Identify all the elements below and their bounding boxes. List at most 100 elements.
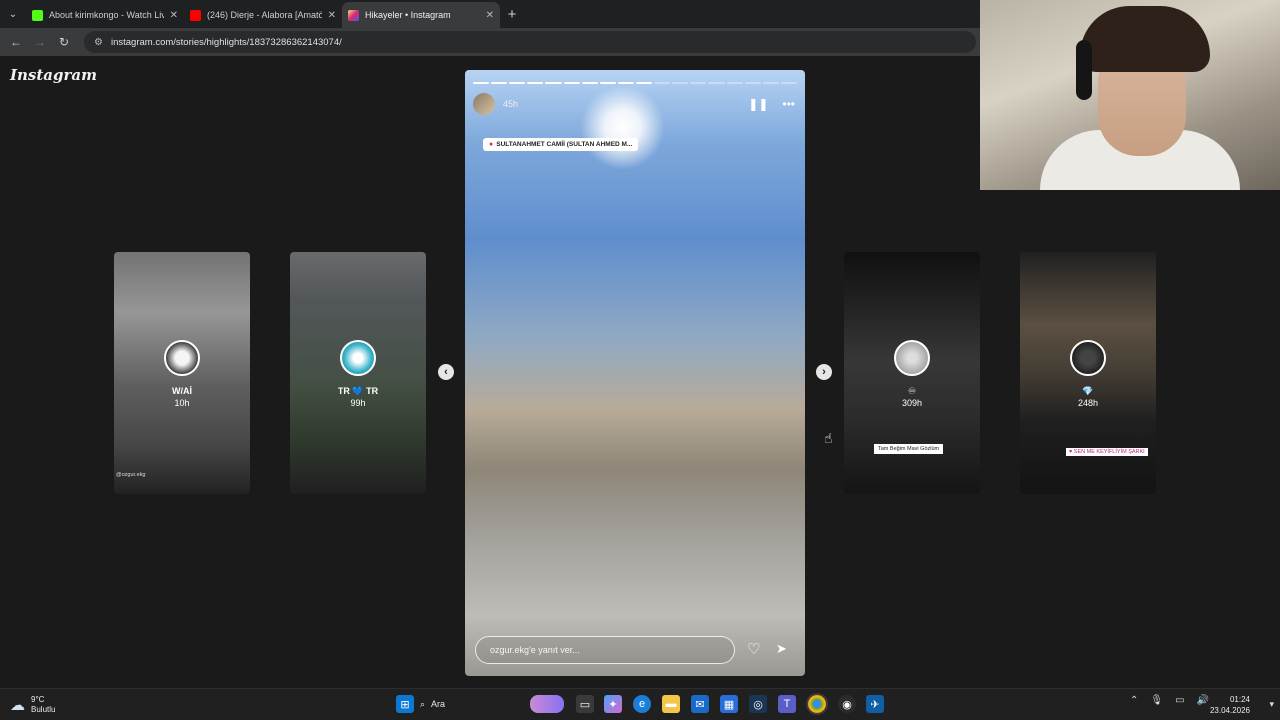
obs-icon[interactable]: ◉ [838, 695, 856, 713]
location-pin-icon: ● [489, 141, 494, 148]
kick-icon [32, 9, 43, 21]
close-tab-icon[interactable]: ✕ [486, 10, 494, 21]
address-bar: ← → ↻ ⚙ instagram.com/stories/highlights… [0, 28, 980, 56]
reload-button[interactable]: ↻ [54, 32, 74, 52]
site-info-icon[interactable]: ⚙ [94, 37, 103, 48]
side-story-name: 💎 [1082, 386, 1094, 396]
avatar[interactable] [473, 93, 495, 115]
microphone-icon[interactable]: 🎙 [1150, 695, 1163, 706]
side-story-1[interactable]: W/Aİ 10h @ozgur.ekg [114, 252, 250, 494]
widgets-icon[interactable] [530, 695, 564, 713]
music-sticker: Tam Beğim Mavi Gözlüm [874, 444, 944, 454]
prev-story-button[interactable]: ‹ [438, 364, 454, 380]
store-icon[interactable]: ▦ [720, 695, 738, 713]
side-story-time: 10h [174, 398, 190, 408]
progress-segment [617, 82, 634, 84]
teams-icon[interactable]: T [778, 695, 796, 713]
avatar [164, 340, 200, 376]
side-story-name: W/Aİ [172, 386, 192, 396]
progress-segment [690, 82, 707, 84]
close-tab-icon[interactable]: ✕ [328, 10, 336, 21]
side-story-time: 309h [901, 398, 923, 408]
avatar [340, 340, 376, 376]
story-time: 45h [503, 99, 519, 109]
mouse-cursor: ☝ [824, 430, 833, 446]
send-icon[interactable]: ➤ [776, 641, 787, 657]
url-field[interactable]: ⚙ instagram.com/stories/highlights/18373… [84, 31, 976, 53]
webcam-overlay [980, 0, 1280, 190]
progress-segment [545, 82, 562, 84]
avatar [894, 340, 930, 376]
progress-segment [672, 82, 689, 84]
reply-input[interactable]: ozgur.ekg'e yanıt ver... [475, 636, 735, 664]
heart-icon[interactable]: ♡ [747, 640, 760, 658]
side-story-3[interactable]: ♾ 309h Tam Beğim Mavi Gözlüm [844, 252, 980, 494]
story-header: 45h ❚❚ ••• [473, 92, 795, 116]
taskbar-search[interactable]: ⌕ Ara [420, 695, 468, 713]
headset [1076, 40, 1092, 100]
tab-youtube[interactable]: (246) Dierje - Alabora [Amatör ✕ [184, 2, 342, 28]
new-tab-button[interactable]: + [500, 6, 524, 23]
progress-segment [599, 82, 616, 84]
progress-segment [581, 82, 598, 84]
progress-segment [473, 82, 490, 84]
url-text: instagram.com/stories/highlights/1837328… [110, 36, 342, 48]
pause-icon[interactable]: ❚❚ [748, 97, 768, 111]
progress-segment [744, 82, 761, 84]
tab-bar: ⌄ About kirimkongo - Watch Live ✕ (246) … [0, 0, 980, 28]
progress-segment [780, 82, 797, 84]
clock[interactable]: 01:24 23.04.2026 [1210, 694, 1250, 716]
network-icon[interactable]: ▭ [1175, 695, 1184, 706]
avatar [1070, 340, 1106, 376]
tab-instagram[interactable]: Hikayeler • Instagram ✕ [342, 2, 500, 28]
screen: ⌄ About kirimkongo - Watch Live ✕ (246) … [0, 0, 1280, 720]
close-tab-icon[interactable]: ✕ [170, 10, 178, 21]
progress-segment [635, 82, 653, 84]
volume-icon[interactable]: 🔊 [1197, 695, 1209, 706]
progress-segment [762, 82, 779, 84]
file-explorer-icon[interactable]: ▬ [662, 695, 680, 713]
instagram-logo[interactable]: Instagram [10, 66, 97, 84]
back-button[interactable]: ← [6, 32, 26, 52]
youtube-icon [190, 9, 201, 21]
search-icon: ⌕ [420, 698, 426, 709]
instagram-icon [348, 9, 359, 21]
forward-button[interactable]: → [30, 32, 50, 52]
story-progress [473, 82, 797, 84]
story-viewer[interactable]: 45h ❚❚ ••• ● SULTANAHMET CAMİİ (SULTAN A… [465, 70, 805, 676]
chrome-icon[interactable] [808, 695, 826, 713]
progress-segment [726, 82, 743, 84]
next-story-button[interactable]: › [816, 364, 832, 380]
progress-segment [527, 82, 544, 84]
progress-segment [563, 82, 580, 84]
side-story-time: 99h [350, 398, 366, 408]
weather-widget[interactable]: ☁ 9°C Bulutlu [10, 695, 55, 715]
side-story-name: ♾ [907, 386, 917, 396]
side-story-2[interactable]: TR 💙 TR 99h [290, 252, 426, 494]
progress-segment [708, 82, 725, 84]
notification-icon[interactable]: ▾ [1269, 699, 1274, 710]
side-story-caption: @ozgur.ekg [116, 472, 146, 478]
steam-icon[interactable]: ◎ [749, 695, 767, 713]
cloud-icon: ☁ [10, 697, 25, 714]
music-sticker: ♥ SEN ME KEYİFLİYİM ŞARKI [1066, 448, 1148, 456]
task-view-icon[interactable]: ▭ [576, 695, 594, 713]
tab-kick[interactable]: About kirimkongo - Watch Live ✕ [26, 2, 184, 28]
side-story-name: TR 💙 TR [337, 386, 379, 396]
chevron-up-icon[interactable]: ⌃ [1130, 695, 1138, 706]
system-tray: ⌃ 🎙 ▭ 🔊 [1130, 695, 1209, 706]
side-story-4[interactable]: 💎 248h ♥ SEN ME KEYİFLİYİM ŞARKI [1020, 252, 1156, 494]
progress-segment [654, 82, 671, 84]
progress-segment [491, 82, 508, 84]
more-icon[interactable]: ••• [782, 97, 795, 111]
mail-icon[interactable]: ✉ [691, 695, 709, 713]
tab-search-icon[interactable]: ⌄ [0, 0, 26, 28]
edge-icon[interactable]: e [633, 695, 651, 713]
copilot-icon[interactable]: ✦ [604, 695, 622, 713]
app-icon[interactable]: ✈ [866, 695, 884, 713]
location-sticker[interactable]: ● SULTANAHMET CAMİİ (SULTAN AHMED M... [483, 138, 639, 151]
start-icon[interactable]: ⊞ [396, 695, 414, 713]
progress-segment [509, 82, 526, 84]
taskbar: ☁ 9°C Bulutlu ⊞ ⌕ Ara ▭ ✦ e ▬ ✉ ▦ ◎ T ◉ … [0, 688, 1280, 720]
side-story-time: 248h [1077, 398, 1099, 408]
